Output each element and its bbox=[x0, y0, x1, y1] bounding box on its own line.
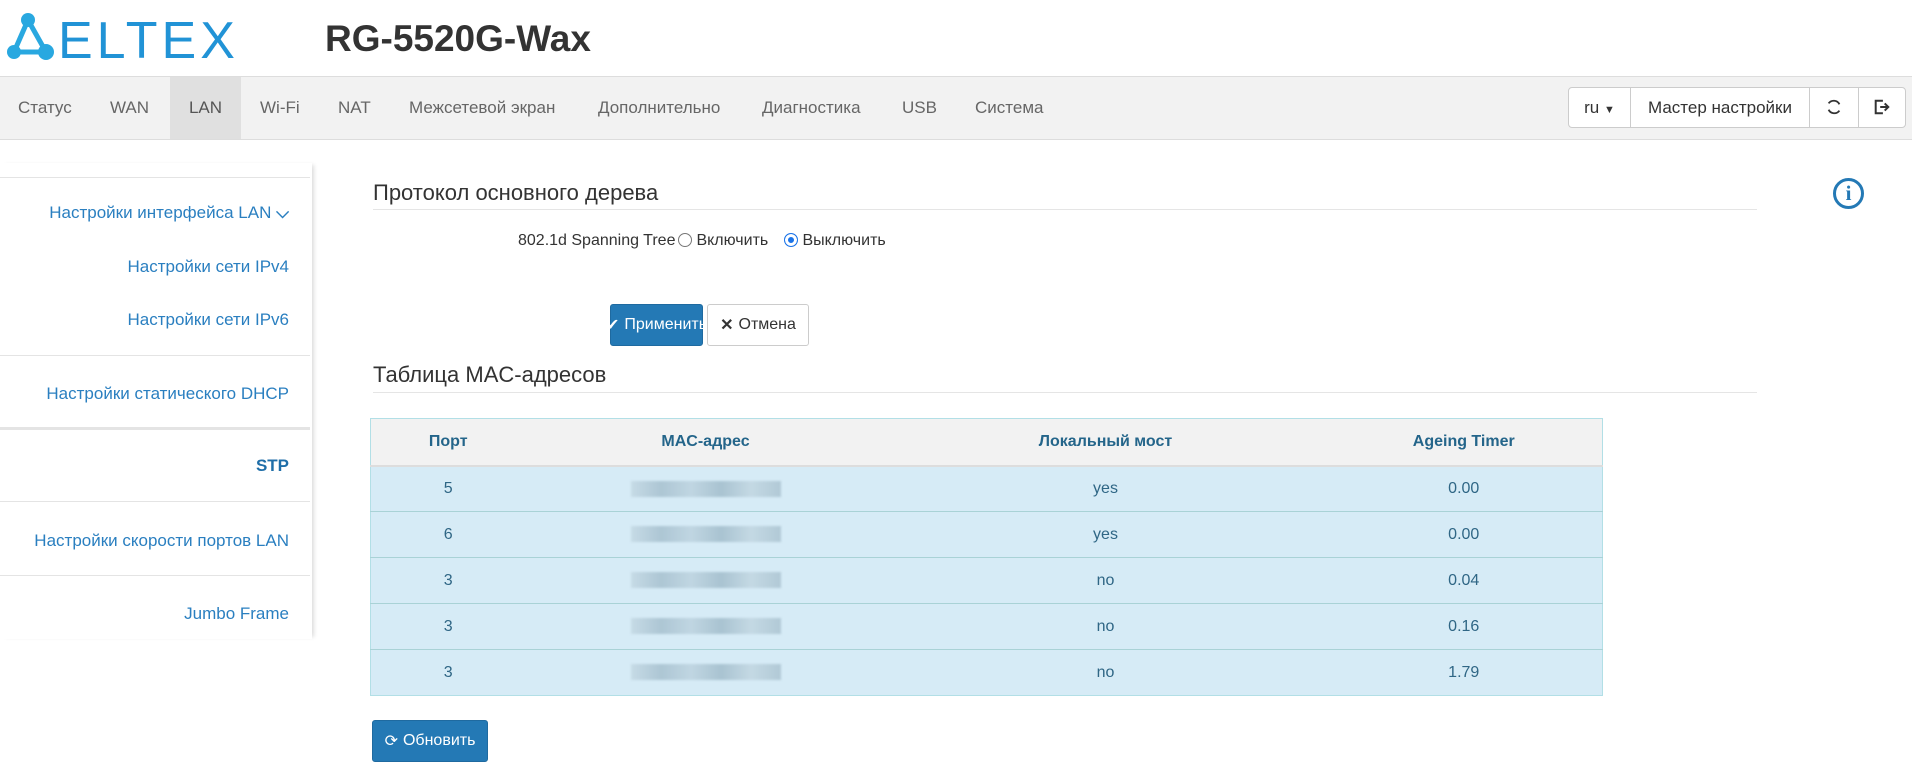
sidebar-item-lan-interface[interactable]: Настройки интерфейса LAN ⌵ bbox=[49, 203, 289, 223]
ageing-cell: 1.79 bbox=[1325, 649, 1603, 696]
col-local-bridge: Локальный мост bbox=[885, 418, 1326, 467]
sidebar-item-lan-port-speed[interactable]: Настройки скорости портов LAN bbox=[34, 531, 289, 551]
ageing-cell: 0.04 bbox=[1325, 557, 1603, 604]
stp-section-heading: Протокол основного дерева bbox=[373, 180, 659, 205]
nav-usb[interactable]: USB bbox=[884, 77, 955, 139]
check-icon: ✔ bbox=[605, 317, 620, 334]
refresh-icon: ⟳ bbox=[384, 733, 398, 750]
nav-firewall[interactable]: Межсетевой экран bbox=[391, 77, 573, 139]
sidebar-item-static-dhcp[interactable]: Настройки статического DHCP bbox=[46, 384, 289, 404]
local-bridge-cell: no bbox=[885, 557, 1326, 604]
cancel-button[interactable]: ✕ Отмена bbox=[707, 304, 809, 346]
close-icon: ✕ bbox=[720, 317, 734, 334]
nav-lan[interactable]: LAN bbox=[170, 77, 241, 139]
button-label: Применить bbox=[624, 316, 708, 333]
language-value: ru bbox=[1584, 98, 1600, 117]
eltex-logo: ELTEX bbox=[7, 12, 239, 64]
table-row: 3 no 0.16 bbox=[370, 603, 1603, 650]
button-label: Обновить bbox=[402, 732, 476, 749]
stp-disable-radio[interactable]: Выключить bbox=[784, 232, 886, 250]
local-bridge-cell: no bbox=[885, 649, 1326, 696]
logout-button[interactable] bbox=[1858, 88, 1905, 127]
radio-off-icon bbox=[678, 233, 692, 247]
radio-label: Включить bbox=[696, 232, 769, 249]
refresh-icon bbox=[1827, 99, 1841, 115]
chevron-down-icon: ⌵ bbox=[276, 203, 289, 222]
mac-cell-redacted bbox=[525, 649, 886, 696]
col-port: Порт bbox=[370, 418, 526, 467]
stp-label: 802.1d Spanning Tree bbox=[518, 232, 676, 249]
sidebar-item-ipv4[interactable]: Настройки сети IPv4 bbox=[128, 257, 290, 277]
stp-enable-radio[interactable]: Включить bbox=[678, 232, 768, 250]
radio-label: Выключить bbox=[802, 232, 886, 249]
mac-address-table: Порт MAC-адрес Локальный мост Ageing Tim… bbox=[370, 418, 1603, 696]
col-ageing-timer: Ageing Timer bbox=[1325, 418, 1603, 467]
button-label: Отмена bbox=[738, 316, 796, 333]
table-row: 5 yes 0.00 bbox=[370, 465, 1603, 512]
col-mac: MAC-адрес bbox=[525, 418, 886, 467]
nav-system[interactable]: Система bbox=[957, 77, 1061, 139]
local-bridge-cell: yes bbox=[885, 465, 1326, 512]
sidebar: Настройки интерфейса LAN ⌵ Настройки сет… bbox=[0, 163, 312, 639]
sidebar-item-stp[interactable]: STP bbox=[256, 456, 289, 476]
mac-cell-redacted bbox=[525, 557, 886, 604]
sidebar-item-jumbo-frame[interactable]: Jumbo Frame bbox=[184, 604, 289, 624]
mac-cell-redacted bbox=[525, 603, 886, 650]
info-icon[interactable]: i bbox=[1833, 178, 1864, 209]
refresh-button[interactable]: ⟳ Обновить bbox=[372, 720, 488, 762]
refresh-page-button[interactable] bbox=[1809, 88, 1858, 127]
device-model-title: RG-5520G-Wax bbox=[325, 18, 591, 59]
apply-button[interactable]: ✔ Применить bbox=[606, 304, 707, 346]
mac-cell-redacted bbox=[525, 465, 886, 512]
table-row: 3 no 1.79 bbox=[370, 649, 1603, 696]
nav-wan[interactable]: WAN bbox=[92, 77, 167, 139]
table-row: 3 no 0.04 bbox=[370, 557, 1603, 604]
svg-text:ELTEX: ELTEX bbox=[58, 12, 239, 64]
radio-on-icon bbox=[784, 233, 798, 247]
toolbar-group: ru ▼ Мастер настройки bbox=[1568, 87, 1906, 128]
ageing-cell: 0.00 bbox=[1325, 511, 1603, 558]
nav-advanced[interactable]: Дополнительно bbox=[580, 77, 738, 139]
nav-status[interactable]: Статус bbox=[0, 77, 90, 139]
caret-down-icon: ▼ bbox=[1603, 104, 1615, 116]
port-cell: 3 bbox=[370, 649, 526, 696]
ageing-cell: 0.00 bbox=[1325, 465, 1603, 512]
port-cell: 3 bbox=[370, 603, 526, 650]
nav-wifi[interactable]: Wi-Fi bbox=[242, 77, 318, 139]
local-bridge-cell: no bbox=[885, 603, 1326, 650]
logout-icon bbox=[1874, 99, 1890, 115]
mac-cell-redacted bbox=[525, 511, 886, 558]
nav-nat[interactable]: NAT bbox=[320, 77, 389, 139]
port-cell: 3 bbox=[370, 557, 526, 604]
language-dropdown[interactable]: ru ▼ bbox=[1569, 88, 1630, 127]
ageing-cell: 0.16 bbox=[1325, 603, 1603, 650]
port-cell: 6 bbox=[370, 511, 526, 558]
sidebar-item-label: Настройки интерфейса LAN bbox=[49, 203, 272, 222]
table-row: 6 yes 0.00 bbox=[370, 511, 1603, 558]
port-cell: 5 bbox=[370, 465, 526, 512]
sidebar-item-ipv6[interactable]: Настройки сети IPv6 bbox=[128, 310, 290, 330]
local-bridge-cell: yes bbox=[885, 511, 1326, 558]
setup-wizard-button[interactable]: Мастер настройки bbox=[1630, 88, 1809, 127]
nav-diagnostics[interactable]: Диагностика bbox=[744, 77, 879, 139]
mac-table-heading: Таблица MAC-адресов bbox=[373, 362, 607, 387]
